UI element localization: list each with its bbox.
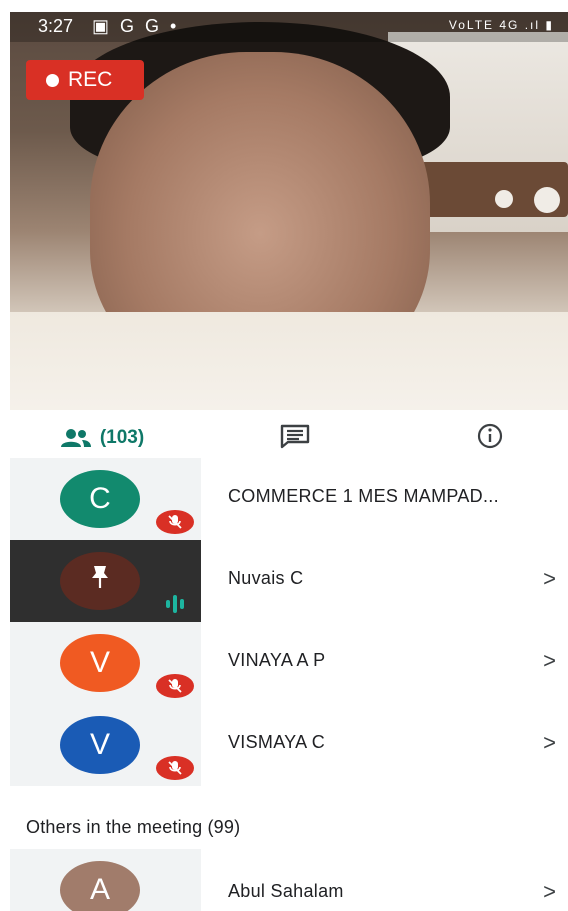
avatar: C bbox=[60, 470, 140, 528]
people-count: (103) bbox=[99, 427, 145, 448]
notification-icons: ▣ G G • bbox=[92, 16, 180, 36]
info-icon bbox=[476, 422, 504, 455]
avatar: A bbox=[60, 861, 140, 911]
avatar: V bbox=[60, 634, 140, 692]
participant-row[interactable]: C COMMERCE 1 MES MAMPAD... bbox=[10, 458, 568, 540]
record-dot-icon bbox=[46, 73, 59, 87]
status-bar: 3:27 ▣ G G • VoLTE 4G .ıl ▮ bbox=[10, 12, 568, 42]
person-shirt bbox=[10, 312, 568, 410]
chevron-right-icon[interactable]: > bbox=[543, 566, 556, 592]
participant-row[interactable]: A Abul Sahalam > bbox=[10, 849, 568, 911]
mic-off-icon bbox=[156, 510, 194, 534]
decor-dot bbox=[534, 187, 560, 213]
speaking-indicator-icon bbox=[160, 592, 190, 616]
participant-name: Nuvais C bbox=[228, 568, 304, 588]
decor-dot bbox=[495, 190, 513, 208]
participant-row[interactable]: Nuvais C > bbox=[10, 540, 568, 622]
avatar: V bbox=[60, 716, 140, 774]
participant-tile bbox=[10, 540, 201, 622]
status-time: 3:27 bbox=[38, 16, 74, 36]
chevron-right-icon[interactable]: > bbox=[543, 730, 556, 756]
participant-tile: V bbox=[10, 622, 201, 704]
recording-label: REC bbox=[68, 68, 113, 91]
participant-name: VISMAYA C bbox=[228, 732, 326, 752]
participant-tile: A bbox=[10, 849, 201, 911]
participant-tile: C bbox=[10, 458, 201, 540]
chevron-right-icon[interactable]: > bbox=[543, 879, 556, 905]
signal-battery-icons: VoLTE 4G .ıl ▮ bbox=[448, 18, 554, 32]
meet-screen: 3:27 ▣ G G • VoLTE 4G .ıl ▮ REC (103) C … bbox=[10, 0, 568, 911]
participant-row[interactable]: V VISMAYA C > bbox=[10, 704, 568, 786]
participant-row[interactable]: V VINAYA A P > bbox=[10, 622, 568, 704]
avatar bbox=[60, 552, 140, 610]
participant-name: VINAYA A P bbox=[228, 650, 326, 670]
participant-tile: V bbox=[10, 704, 201, 786]
others-section-title: Others in the meeting (99) bbox=[26, 817, 241, 837]
recording-badge: REC bbox=[26, 60, 144, 100]
mic-off-icon bbox=[156, 674, 194, 698]
mic-off-icon bbox=[156, 756, 194, 780]
people-icon bbox=[60, 428, 92, 448]
participant-name: Abul Sahalam bbox=[228, 881, 344, 901]
chevron-right-icon[interactable]: > bbox=[543, 648, 556, 674]
pin-icon[interactable] bbox=[89, 564, 111, 598]
chat-icon bbox=[279, 423, 311, 454]
participant-name: COMMERCE 1 MES MAMPAD... bbox=[228, 486, 499, 506]
